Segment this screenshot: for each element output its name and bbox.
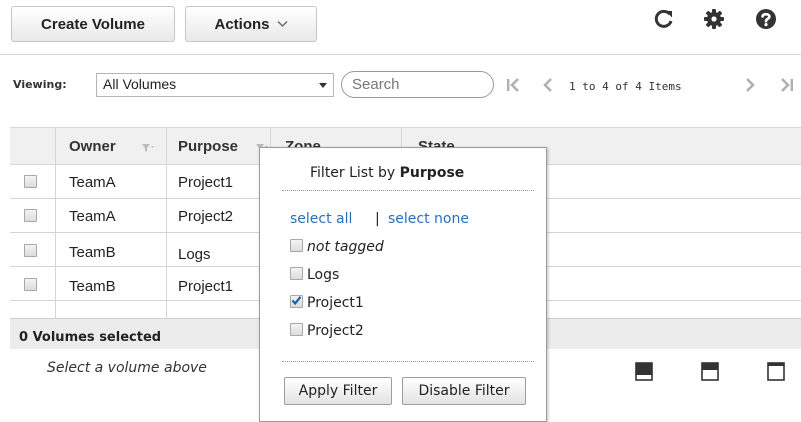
filter-option-logs[interactable]: Logs <box>290 267 339 283</box>
actions-label: Actions <box>214 15 270 33</box>
select-none-link[interactable]: select none <box>388 211 469 227</box>
row-checkbox[interactable] <box>24 175 37 188</box>
column-header-purpose[interactable]: Purpose <box>178 138 238 155</box>
owner-cell: TeamA <box>69 208 116 225</box>
create-volume-button[interactable]: Create Volume <box>11 6 175 42</box>
filter-title-field: Purpose <box>399 165 465 181</box>
option-checkbox[interactable] <box>290 239 303 252</box>
filter-popup: Filter List by Purpose select all | sele… <box>259 147 547 422</box>
select-all-link[interactable]: select all <box>290 211 352 227</box>
panel-middle-icon[interactable] <box>701 362 719 381</box>
disable-filter-button[interactable]: Disable Filter <box>402 377 526 405</box>
owner-cell: TeamB <box>69 244 116 261</box>
row-checkbox[interactable] <box>24 278 37 291</box>
option-label: Project2 <box>307 323 364 339</box>
purpose-cell: Project1 <box>178 278 234 295</box>
apply-filter-label: Apply Filter <box>298 383 378 399</box>
volume-filter-value: All Volumes <box>103 76 177 92</box>
checkmark-icon <box>291 296 302 306</box>
purpose-cell: Project1 <box>178 174 234 191</box>
last-page-icon[interactable] <box>780 77 794 93</box>
chevron-down-icon <box>277 20 288 28</box>
disable-filter-label: Disable Filter <box>418 383 510 399</box>
selection-count: 0 Volumes selected <box>19 330 162 345</box>
apply-filter-button[interactable]: Apply Filter <box>284 377 392 405</box>
purpose-cell: Project2 <box>178 208 234 225</box>
panel-bottom-icon[interactable] <box>635 362 653 381</box>
dropdown-arrow-icon <box>319 83 327 88</box>
help-icon[interactable] <box>755 8 777 30</box>
filter-title-prefix: Filter List by <box>310 165 396 181</box>
previous-page-icon[interactable] <box>541 77 555 93</box>
purpose-cell: Logs <box>178 246 211 263</box>
refresh-icon[interactable] <box>653 8 675 30</box>
gear-icon[interactable] <box>703 8 725 30</box>
create-volume-label: Create Volume <box>41 15 145 33</box>
selection-hint: Select a volume above <box>47 360 207 376</box>
search-input[interactable] <box>341 71 494 98</box>
link-separator: | <box>375 211 380 227</box>
actions-button[interactable]: Actions <box>185 6 317 42</box>
owner-cell: TeamB <box>69 278 116 295</box>
panel-top-icon[interactable] <box>767 362 785 381</box>
option-checkbox[interactable] <box>290 323 303 336</box>
filter-option-project1[interactable]: Project1 <box>290 295 364 311</box>
filter-popup-title: Filter List by Purpose <box>310 165 464 181</box>
column-header-owner[interactable]: Owner <box>69 138 116 155</box>
row-checkbox[interactable] <box>24 244 37 257</box>
toolbar-divider <box>0 54 801 55</box>
viewing-label: Viewing: <box>13 78 67 91</box>
volume-filter-select[interactable]: All Volumes <box>96 73 334 97</box>
option-checkbox-checked[interactable] <box>290 295 303 308</box>
row-checkbox[interactable] <box>24 209 37 222</box>
next-page-icon[interactable] <box>743 77 757 93</box>
pagination-status: 1 to 4 of 4 Items <box>569 80 682 93</box>
option-label: not tagged <box>307 239 384 255</box>
option-label: Logs <box>307 267 340 283</box>
filter-option-project2[interactable]: Project2 <box>290 323 364 339</box>
owner-cell: TeamA <box>69 174 116 191</box>
option-checkbox[interactable] <box>290 267 303 280</box>
filter-option-not-tagged[interactable]: not tagged <box>290 239 384 255</box>
filter-owner-icon[interactable] <box>142 140 154 152</box>
option-label: Project1 <box>307 295 364 311</box>
